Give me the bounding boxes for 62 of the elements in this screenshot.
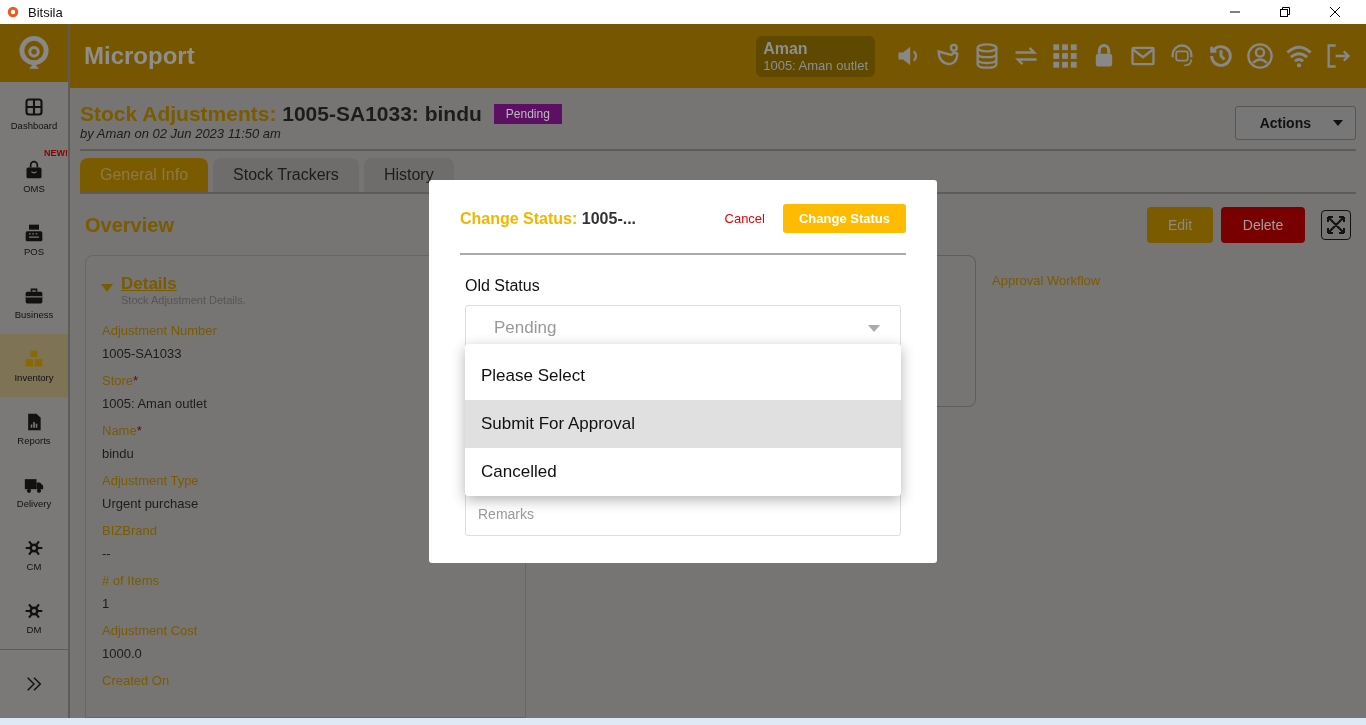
- cancel-link[interactable]: Cancel: [724, 211, 765, 226]
- dropdown-option[interactable]: Please Select: [465, 352, 901, 400]
- field-label: Name: [102, 423, 137, 438]
- sidebar-item[interactable]: CM: [0, 523, 68, 586]
- field-value: 1005-SA1033: [102, 346, 182, 361]
- field-label: Adjustment Type: [102, 473, 199, 488]
- cash-register-icon: [24, 222, 44, 243]
- brand-name: Microport: [84, 42, 196, 70]
- expand-button[interactable]: [1321, 210, 1351, 240]
- new-label: NEW!: [44, 148, 68, 158]
- sidebar-item[interactable]: DM: [0, 586, 68, 649]
- field-value: bindu: [102, 446, 134, 461]
- apps-grid-icon[interactable]: [1051, 42, 1079, 70]
- shopping-bag-icon: [24, 159, 44, 180]
- field-value: 1005: Aman outlet: [102, 396, 207, 411]
- expand-arrows-icon: [1326, 215, 1346, 235]
- caret-icon: [868, 324, 880, 332]
- required-asterisk: *: [133, 373, 139, 388]
- tab[interactable]: History: [363, 158, 454, 192]
- field-value: 1000.0: [102, 646, 142, 661]
- grid-icon: [24, 96, 44, 117]
- window-title: Bitsila: [28, 4, 63, 20]
- byline: by Aman on 02 Jun 2023 11:50 am: [80, 126, 282, 141]
- sidebar-item[interactable]: NEW! OMS: [0, 145, 68, 208]
- restore-icon[interactable]: [1280, 7, 1290, 17]
- delete-button[interactable]: Delete: [1221, 207, 1305, 243]
- status-badge: Pending: [493, 104, 562, 124]
- close-icon[interactable]: [1330, 7, 1340, 17]
- history-icon[interactable]: [1207, 42, 1235, 70]
- field-label: Old Status: [465, 277, 541, 295]
- field-label: Adjustment Cost: [102, 623, 198, 638]
- field-label: Store: [102, 373, 134, 388]
- user-circle-icon[interactable]: [1246, 42, 1274, 70]
- store-name: 1005: Aman outlet: [763, 57, 868, 73]
- caret-down-icon[interactable]: [101, 284, 113, 292]
- section-heading: Overview: [85, 213, 174, 237]
- sidebar-item[interactable]: Dashboard: [0, 82, 68, 145]
- double-chevron-icon[interactable]: [25, 675, 43, 693]
- app-logo-icon: [6, 5, 20, 19]
- page-title: Stock Adjustments: 1005-SA1033: bindu: [80, 102, 482, 126]
- user-store-card[interactable]: Aman 1005: Aman outlet: [756, 35, 875, 77]
- field-value: 1: [102, 596, 110, 611]
- sidebar-item[interactable]: Delivery: [0, 460, 68, 523]
- field-label: Created On: [102, 673, 170, 688]
- field-value: Urgent purchase: [102, 496, 199, 511]
- field-label: BIZBrand: [102, 523, 157, 538]
- actions-dropdown[interactable]: Actions: [1234, 106, 1356, 140]
- caret-icon: [1333, 120, 1343, 126]
- boxes-icon: [24, 348, 44, 369]
- field-label: # of Items: [102, 573, 160, 588]
- dropdown-option[interactable]: Submit For Approval: [465, 400, 901, 448]
- user-name: Aman: [763, 39, 809, 58]
- logo-icon: [19, 36, 49, 70]
- sidebar-item[interactable]: POS: [0, 208, 68, 271]
- tab[interactable]: Stock Trackers: [213, 158, 359, 192]
- field-value: --: [102, 546, 111, 561]
- sidebar-item[interactable]: Inventory: [0, 334, 68, 397]
- modal-title: Change Status: 1005-...: [460, 209, 638, 228]
- sidebar-item[interactable]: Reports: [0, 397, 68, 460]
- required-asterisk: *: [136, 423, 142, 438]
- field-label: Adjustment Number: [102, 323, 217, 338]
- sidebar-item[interactable]: Business: [0, 271, 68, 334]
